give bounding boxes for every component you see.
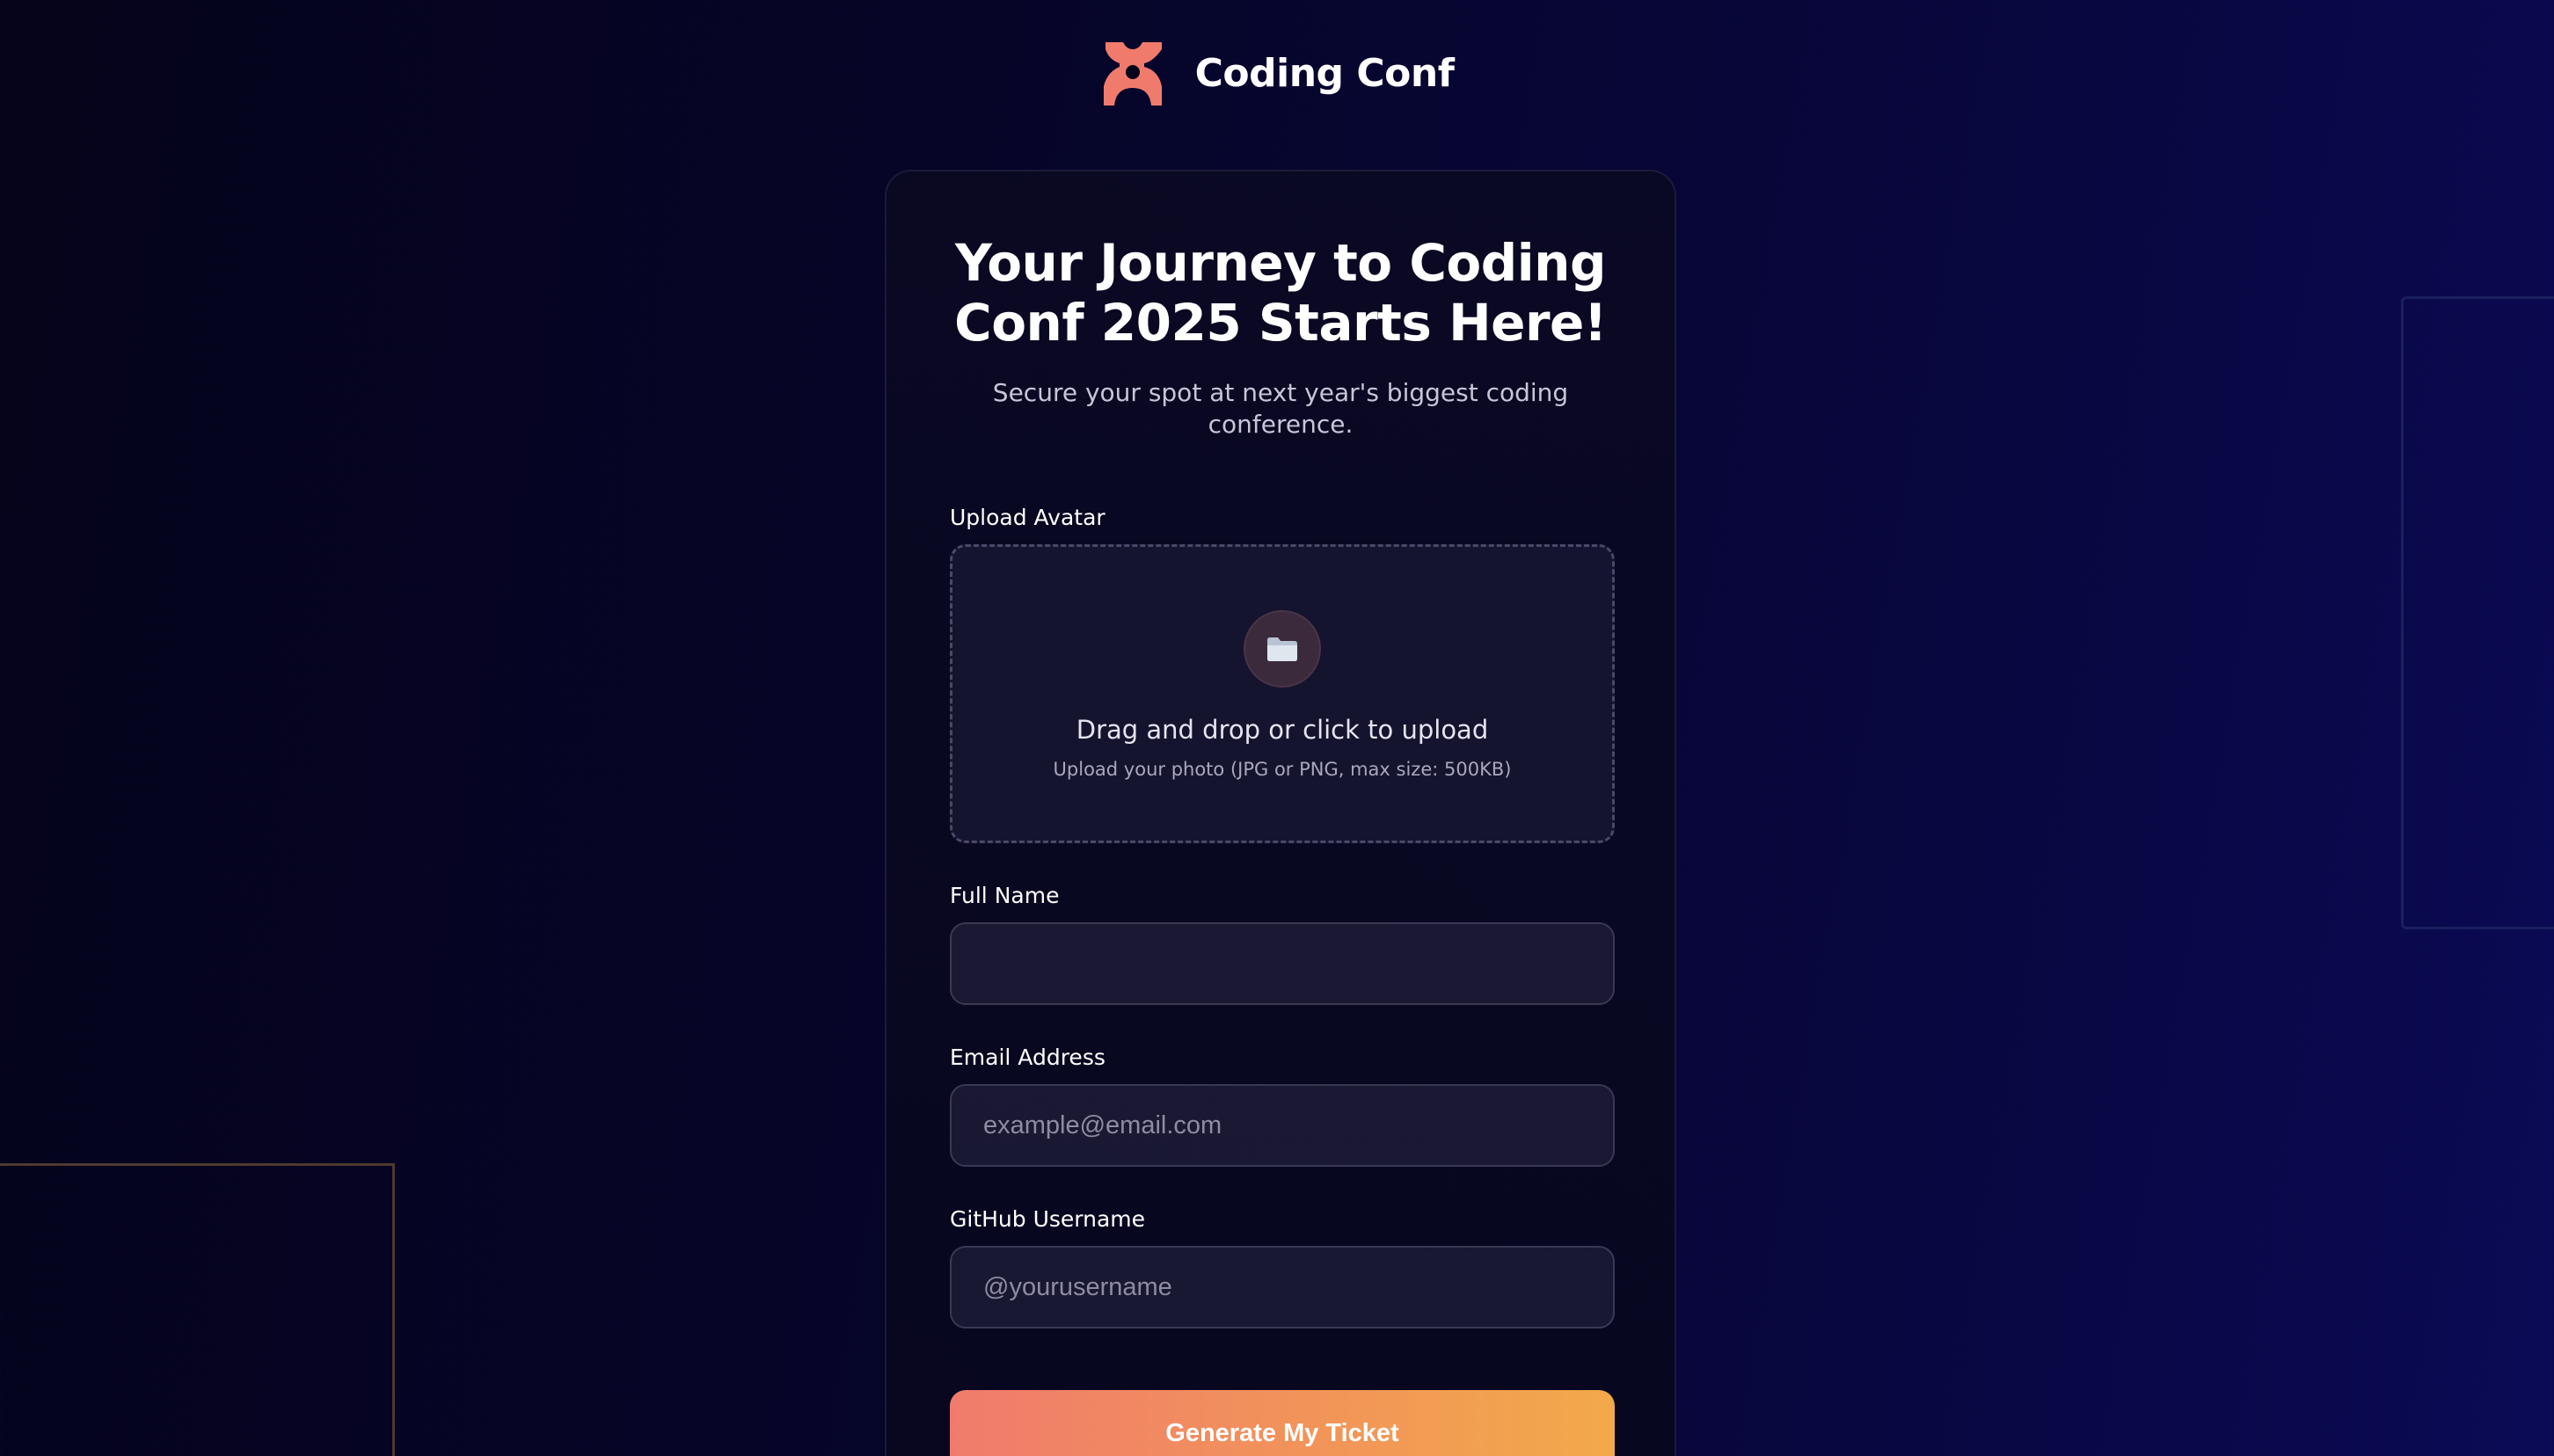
email-label: Email Address	[950, 1045, 1106, 1070]
generate-ticket-button[interactable]: Generate My Ticket	[950, 1390, 1615, 1456]
github-username-input[interactable]	[950, 1246, 1615, 1329]
page-subtitle: Secure your spot at next year's biggest …	[992, 378, 1569, 439]
avatar-dropzone[interactable]: Drag and drop or click to upload Upload …	[950, 544, 1615, 843]
dropzone-hint: Upload your photo (JPG or PNG, max size:…	[1053, 759, 1512, 780]
avatar-label: Upload Avatar	[950, 505, 1106, 530]
folder-icon	[1267, 637, 1297, 661]
coding-conf-logo-icon	[1103, 42, 1162, 106]
email-input[interactable]	[950, 1084, 1615, 1167]
full-name-label: Full Name	[950, 883, 1060, 908]
site-header: Coding Conf	[0, 40, 2554, 106]
upload-icon-button[interactable]	[1244, 610, 1321, 688]
ticket-form-card: Your Journey to Coding Conf 2025 Starts …	[885, 170, 1676, 1456]
full-name-input[interactable]	[950, 922, 1615, 1005]
dropzone-title: Drag and drop or click to upload	[1076, 715, 1489, 745]
brand-name: Coding Conf	[1194, 50, 1455, 96]
page-title: Your Journey to Coding Conf 2025 Starts …	[954, 233, 1607, 353]
github-username-label: GitHub Username	[950, 1206, 1146, 1232]
decorative-frame-left	[0, 1163, 395, 1456]
decorative-frame-right	[2401, 296, 2554, 929]
